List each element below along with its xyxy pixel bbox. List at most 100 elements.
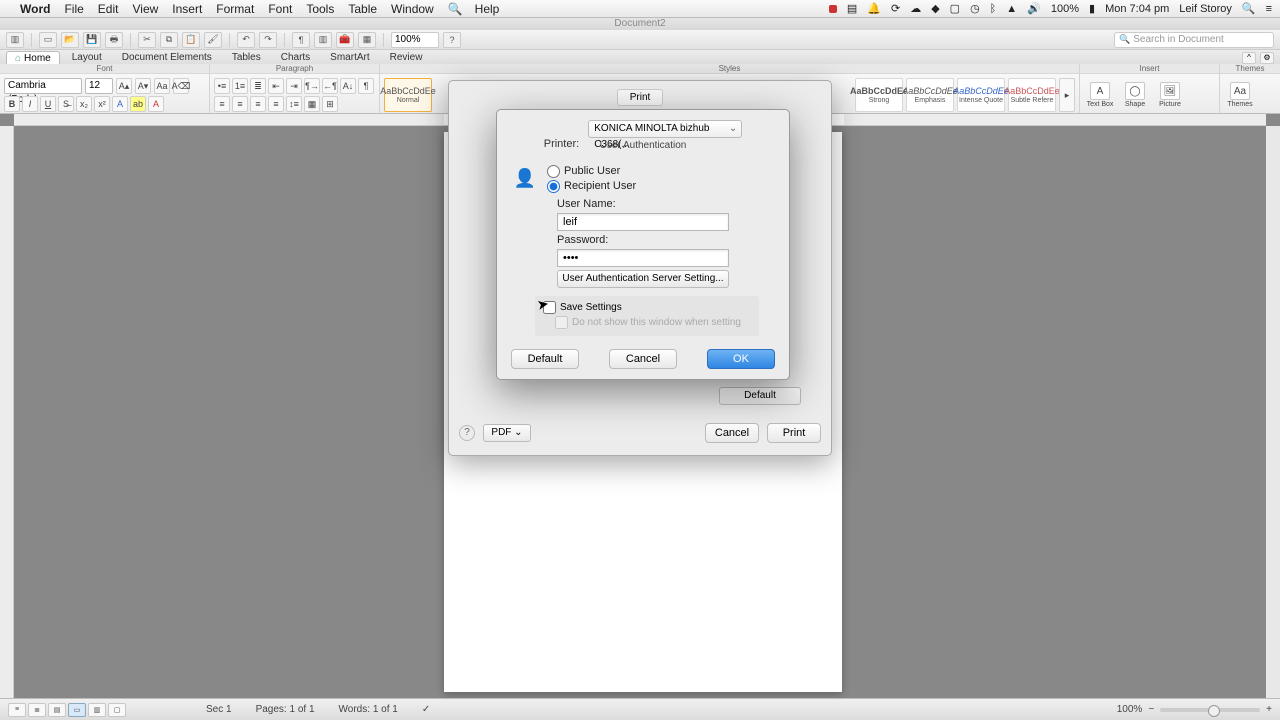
show-marks-button[interactable]: ¶ bbox=[358, 78, 374, 94]
view-outline-button[interactable]: ≣ bbox=[28, 703, 46, 717]
tray-icon[interactable]: ▤ bbox=[847, 2, 857, 15]
print-button[interactable]: 🖶 bbox=[105, 32, 123, 48]
tab-home[interactable]: Home bbox=[6, 51, 60, 65]
subscript-button[interactable]: x₂ bbox=[76, 96, 92, 112]
app-menu[interactable]: Word bbox=[20, 2, 50, 16]
new-from-template-button[interactable]: ▥ bbox=[6, 32, 24, 48]
italic-button[interactable]: I bbox=[22, 96, 38, 112]
menu-format[interactable]: Format bbox=[216, 2, 254, 16]
change-case-button[interactable]: Aa bbox=[154, 78, 170, 94]
align-right-button[interactable]: ≡ bbox=[250, 96, 266, 112]
strike-button[interactable]: S̶ bbox=[58, 96, 74, 112]
tab-review[interactable]: Review bbox=[382, 51, 431, 64]
shield-icon[interactable]: ◆ bbox=[931, 2, 939, 15]
shrink-font-button[interactable]: A▾ bbox=[135, 78, 151, 94]
search-input[interactable]: Search in Document bbox=[1114, 32, 1274, 48]
password-input[interactable] bbox=[557, 249, 729, 267]
view-notebook-button[interactable]: ▥ bbox=[88, 703, 106, 717]
tab-tables[interactable]: Tables bbox=[224, 51, 269, 64]
align-center-button[interactable]: ≡ bbox=[232, 96, 248, 112]
zoom-out-button[interactable]: − bbox=[1148, 704, 1154, 715]
tab-layout[interactable]: Layout bbox=[64, 51, 110, 64]
print-help-button[interactable]: ? bbox=[459, 425, 475, 441]
insert-picture-button[interactable]: 🖼Picture bbox=[1154, 78, 1186, 112]
menu-help[interactable]: Help bbox=[475, 2, 500, 16]
battery-icon[interactable]: ▮ bbox=[1089, 2, 1095, 15]
print-tab[interactable]: Print bbox=[617, 89, 664, 106]
style-strong[interactable]: AaBbCcDdEeStrong bbox=[855, 78, 903, 112]
insert-shape-button[interactable]: ◯Shape bbox=[1119, 78, 1151, 112]
save-button[interactable]: 💾 bbox=[83, 32, 101, 48]
line-spacing-button[interactable]: ↕≡ bbox=[286, 96, 302, 112]
font-size-select[interactable]: 12 bbox=[85, 78, 113, 94]
font-color-button[interactable]: A bbox=[148, 96, 164, 112]
spotlight-icon[interactable]: 🔍 bbox=[1242, 2, 1256, 15]
justify-button[interactable]: ≡ bbox=[268, 96, 284, 112]
spellcheck-icon[interactable]: ✓ bbox=[422, 704, 430, 715]
menu-table[interactable]: Table bbox=[348, 2, 377, 16]
highlight-button[interactable]: ab bbox=[130, 96, 146, 112]
collapse-ribbon-button[interactable]: ^ bbox=[1242, 52, 1256, 64]
auth-default-button[interactable]: Default bbox=[511, 349, 579, 369]
tab-charts[interactable]: Charts bbox=[273, 51, 318, 64]
volume-icon[interactable]: 🔊 bbox=[1027, 2, 1041, 15]
format-painter-button[interactable]: 🖌 bbox=[204, 32, 222, 48]
ruler-vertical[interactable] bbox=[0, 126, 14, 698]
clear-format-button[interactable]: A⌫ bbox=[173, 78, 189, 94]
auth-server-button[interactable]: User Authentication Server Setting... bbox=[557, 270, 729, 288]
pdf-menu-button[interactable]: PDF ⌄ bbox=[483, 424, 531, 442]
superscript-button[interactable]: x² bbox=[94, 96, 110, 112]
cut-button[interactable]: ✂ bbox=[138, 32, 156, 48]
outdent-button[interactable]: ⇤ bbox=[268, 78, 284, 94]
menu-window[interactable]: Window bbox=[391, 2, 434, 16]
paste-button[interactable]: 📋 bbox=[182, 32, 200, 48]
menu-tools[interactable]: Tools bbox=[306, 2, 334, 16]
zoom-in-button[interactable]: + bbox=[1266, 704, 1272, 715]
sync-icon[interactable]: ⟳ bbox=[891, 2, 900, 15]
printer-select[interactable]: KONICA MINOLTA bizhub C368(... bbox=[588, 120, 742, 138]
save-settings-checkbox[interactable]: Save Settings bbox=[543, 300, 751, 315]
vertical-scrollbar[interactable] bbox=[1266, 126, 1280, 698]
open-button[interactable]: 📂 bbox=[61, 32, 79, 48]
view-draft-button[interactable]: ≡ bbox=[8, 703, 26, 717]
sort-button[interactable]: A↓ bbox=[340, 78, 356, 94]
align-left-button[interactable]: ≡ bbox=[214, 96, 230, 112]
print-default-button[interactable]: Default bbox=[719, 387, 801, 405]
numbering-button[interactable]: 1≡ bbox=[232, 78, 248, 94]
user-name[interactable]: Leif Storoy bbox=[1179, 3, 1232, 15]
menu-insert[interactable]: Insert bbox=[172, 2, 202, 16]
sidebar-button[interactable]: ▥ bbox=[314, 32, 332, 48]
themes-button[interactable]: AaThemes bbox=[1224, 78, 1256, 112]
public-user-radio[interactable]: Public User bbox=[547, 164, 636, 179]
insert-textbox-button[interactable]: AText Box bbox=[1084, 78, 1116, 112]
indent-button[interactable]: ⇥ bbox=[286, 78, 302, 94]
zoom-slider[interactable] bbox=[1160, 708, 1260, 712]
auth-cancel-button[interactable]: Cancel bbox=[609, 349, 677, 369]
notification-icon[interactable]: 🔔 bbox=[867, 2, 881, 15]
gallery-button[interactable]: ▦ bbox=[358, 32, 376, 48]
multilevel-button[interactable]: ≣ bbox=[250, 78, 266, 94]
bold-button[interactable]: B bbox=[4, 96, 20, 112]
print-cancel-button[interactable]: Cancel bbox=[705, 423, 759, 443]
display-icon[interactable]: ▢ bbox=[950, 2, 960, 15]
redo-button[interactable]: ↷ bbox=[259, 32, 277, 48]
bullets-button[interactable]: •≡ bbox=[214, 78, 230, 94]
show-button[interactable]: ¶ bbox=[292, 32, 310, 48]
help-button[interactable]: ? bbox=[443, 32, 461, 48]
grow-font-button[interactable]: A▴ bbox=[116, 78, 132, 94]
screen-rec-icon[interactable] bbox=[829, 5, 837, 13]
zoom-select[interactable]: 100% bbox=[391, 32, 439, 48]
shading-button[interactable]: ▦ bbox=[304, 96, 320, 112]
tab-smartart[interactable]: SmartArt bbox=[322, 51, 377, 64]
view-publishing-button[interactable]: ▤ bbox=[48, 703, 66, 717]
notif-center-icon[interactable]: ≡ bbox=[1266, 3, 1272, 15]
tab-document-elements[interactable]: Document Elements bbox=[114, 51, 220, 64]
font-name-select[interactable]: Cambria (Body) bbox=[4, 78, 82, 94]
spotlight-menu-icon[interactable]: 🔍 bbox=[448, 2, 463, 16]
underline-button[interactable]: U bbox=[40, 96, 56, 112]
rtl-button[interactable]: ←¶ bbox=[322, 78, 338, 94]
view-focus-button[interactable]: ▢ bbox=[108, 703, 126, 717]
styles-scroll-button[interactable]: ▸ bbox=[1059, 78, 1075, 112]
view-print-button[interactable]: ▭ bbox=[68, 703, 86, 717]
ribbon-options-button[interactable]: ⚙ bbox=[1260, 52, 1274, 64]
